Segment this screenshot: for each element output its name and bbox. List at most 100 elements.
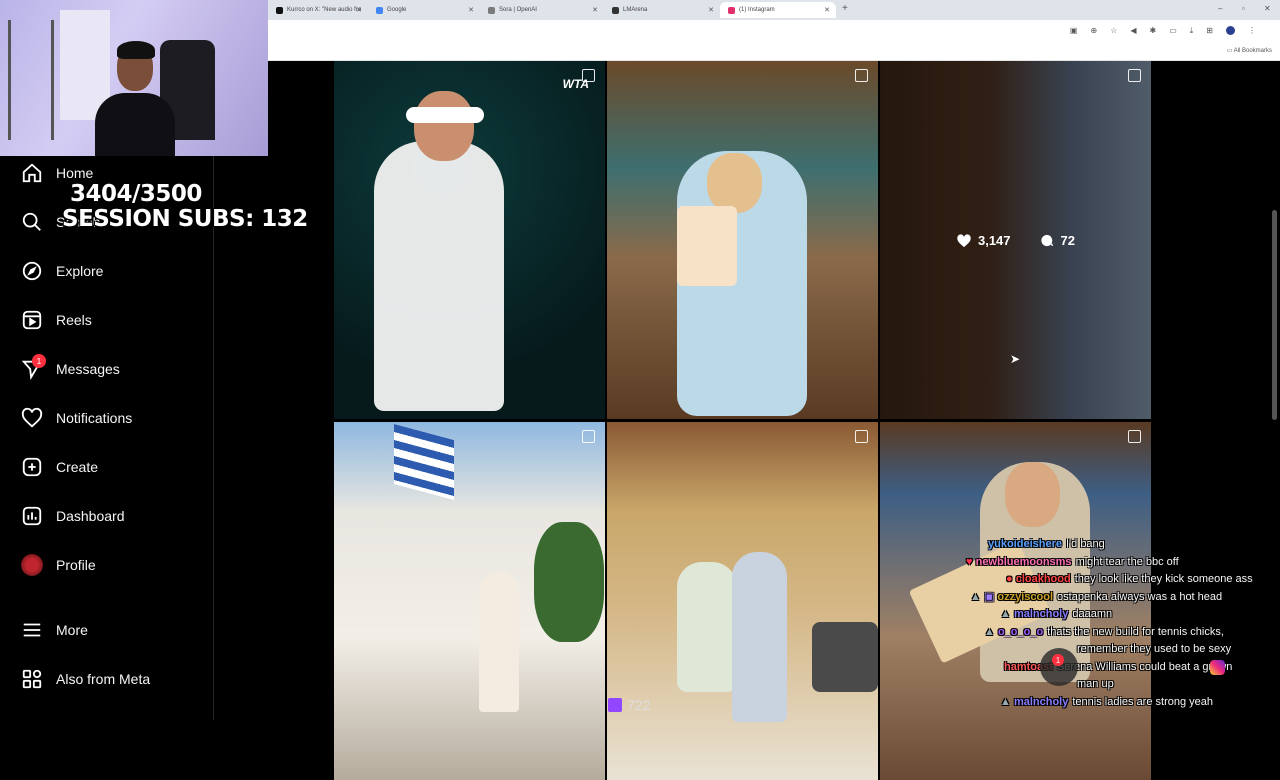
notification-badge: 1 <box>32 354 46 368</box>
dashboard-icon <box>20 504 44 528</box>
sidebar-item-label: Explore <box>56 263 104 279</box>
close-icon[interactable]: ✕ <box>824 6 830 14</box>
chat-text: daaamn <box>1072 608 1113 620</box>
sidebar-item-profile[interactable]: Profile <box>20 552 96 578</box>
post-photo-subject <box>732 552 787 722</box>
menu-icon <box>20 618 44 642</box>
sub-goal-overlay: 3404/3500 SESSION SUBS: 132 <box>62 181 308 232</box>
sidebar-item-also-from-meta[interactable]: Also from Meta <box>20 666 150 692</box>
sidebar-item-label: Create <box>56 459 99 475</box>
sidebar-item-create[interactable]: Create <box>20 454 98 480</box>
chat-message: ▲ malncholy daaamn <box>960 606 1280 624</box>
cast-icon[interactable]: ▣ <box>1070 26 1078 36</box>
kebab-menu-icon[interactable]: ⋮ <box>1248 26 1256 36</box>
twitch-icon <box>608 698 622 712</box>
browser-tab-active[interactable]: (1) Instagram ✕ <box>720 2 836 18</box>
sidebar-item-more[interactable]: More <box>20 617 88 643</box>
session-subs: SESSION SUBS: 132 <box>62 206 308 232</box>
carousel-icon <box>582 430 595 443</box>
instagram-icon <box>1210 660 1225 675</box>
greek-flag <box>394 423 454 501</box>
post-thumbnail[interactable] <box>607 422 878 780</box>
sidebar-item-label: Also from Meta <box>56 671 151 687</box>
chat-text: they look like they kick someone ass <box>1074 573 1253 585</box>
badge-icon: ▣ <box>983 590 998 603</box>
browser-tab[interactable]: LMArena ✕ <box>604 2 720 18</box>
browser-tab[interactable]: Google ✕ <box>368 2 480 18</box>
carousel-icon <box>855 430 868 443</box>
mouse-cursor: ➤ <box>1010 352 1021 366</box>
tab-label: LMArena <box>623 7 648 13</box>
heart-icon <box>20 406 44 430</box>
split-icon[interactable]: ⊞ <box>1206 26 1213 36</box>
sub-goal-count: 3404/3500 <box>70 181 202 207</box>
browser-tab[interactable]: Sora | OpenAI ✕ <box>480 2 604 18</box>
sidebar-item-label: Notifications <box>56 410 133 426</box>
address-bar[interactable]: ▣ ⊕ ☆ ◀ ✱ ▭ ⤓ ⊞ ⋮ <box>268 20 1280 44</box>
zoom-icon[interactable]: ⊕ <box>1090 26 1097 36</box>
comments-count: 72 <box>1060 232 1075 248</box>
instagram-notification-bubble[interactable]: 1 <box>1040 648 1078 686</box>
bookmarks-label: All Bookmarks <box>1233 48 1272 54</box>
viewer-count: 722 <box>627 697 651 713</box>
stream-chat-overlay: yukoideishere I'd bang ♥ newbluemoonsms mi… <box>960 536 1280 711</box>
chat-text: thats the new build for tennis chicks, <box>1047 625 1224 638</box>
carousel-icon <box>1128 430 1141 443</box>
audio-icon[interactable]: ◀ <box>1130 26 1136 36</box>
chat-message: ● cloakhood they look like they kick some… <box>960 571 1280 589</box>
download-icon[interactable]: ⤓ <box>1190 26 1194 36</box>
post-thumbnail[interactable] <box>607 61 878 419</box>
badge-icon: ▲ <box>984 625 998 638</box>
close-icon[interactable]: ✕ <box>592 6 598 14</box>
sidebar-item-dashboard[interactable]: Dashboard <box>20 503 125 529</box>
sidepanel-icon[interactable]: ▭ <box>1169 26 1177 36</box>
sidebar-item-label: More <box>56 622 88 638</box>
likes-stat: 3,147 <box>956 233 1011 248</box>
maximize-icon[interactable]: ▫ <box>1242 4 1245 13</box>
all-bookmarks-button[interactable]: ▭ All Bookmarks <box>1227 47 1272 54</box>
badge-icon: ● <box>1006 573 1016 585</box>
chat-text: Serena Williams could beat a grown <box>1056 660 1233 673</box>
close-icon[interactable]: ✕ <box>356 6 362 14</box>
twitch-viewer-count: 722 <box>608 697 650 713</box>
chat-text: remember they used to be sexy <box>1077 643 1232 655</box>
tab-label: (1) Instagram <box>739 7 775 13</box>
star-icon[interactable]: ☆ <box>1110 26 1117 36</box>
account-avatar[interactable] <box>1226 26 1235 35</box>
sidebar-item-explore[interactable]: Explore <box>20 258 103 284</box>
chat-text: man up <box>1077 678 1114 690</box>
chat-username: malncholy <box>1013 608 1069 620</box>
extension-icon[interactable]: ✱ <box>1149 26 1156 36</box>
chat-username: malncholy <box>1013 695 1069 708</box>
chat-message: ▲ o_o_o_o thats the new build for tennis … <box>960 624 1280 642</box>
chat-message: ♥ newbluemoonsms might tear the bbc off <box>960 554 1280 572</box>
avatar <box>20 553 44 577</box>
close-icon[interactable]: ✕ <box>468 6 474 14</box>
tab-favicon <box>376 6 383 14</box>
tab-favicon <box>488 6 495 14</box>
toolbar-icons: ▣ ⊕ ☆ ◀ ✱ ▭ ⤓ ⊞ ⋮ <box>1070 26 1256 36</box>
notification-count: 1 <box>1052 654 1064 666</box>
close-icon[interactable]: ✕ <box>708 6 714 14</box>
webcam-background <box>8 20 54 140</box>
sidebar-item-reels[interactable]: Reels <box>20 307 92 333</box>
chat-text: ostapenka always was a hot head <box>1057 590 1223 603</box>
minimize-icon[interactable]: – <box>1218 4 1222 13</box>
browser-tab-bar: Kurrco on X: "New audio fro ✕ Google ✕ Sor… <box>268 0 1280 20</box>
post-thumbnail[interactable]: WTA <box>334 61 605 419</box>
browser-tab[interactable]: Kurrco on X: "New audio fro ✕ <box>268 2 368 18</box>
comments-stat: 72 <box>1039 233 1075 248</box>
sidebar-item-label: Reels <box>56 312 92 328</box>
comment-icon <box>1040 234 1053 246</box>
streamer-body <box>95 93 175 156</box>
post-thumbnail[interactable] <box>334 422 605 780</box>
window-close-icon[interactable]: ✕ <box>1264 4 1271 13</box>
page-scrollbar[interactable] <box>1272 210 1277 420</box>
new-tab-icon[interactable]: + <box>842 3 848 14</box>
sidebar-item-messages[interactable]: 1 Messages <box>20 354 120 382</box>
chat-message: remember they used to be sexy <box>960 641 1280 659</box>
badge-icon: ▲ <box>1000 695 1014 708</box>
chat-text: I'd bang <box>1065 538 1105 550</box>
sidebar-item-notifications[interactable]: Notifications <box>20 405 132 431</box>
chat-username: o_o_o_o <box>997 625 1044 638</box>
